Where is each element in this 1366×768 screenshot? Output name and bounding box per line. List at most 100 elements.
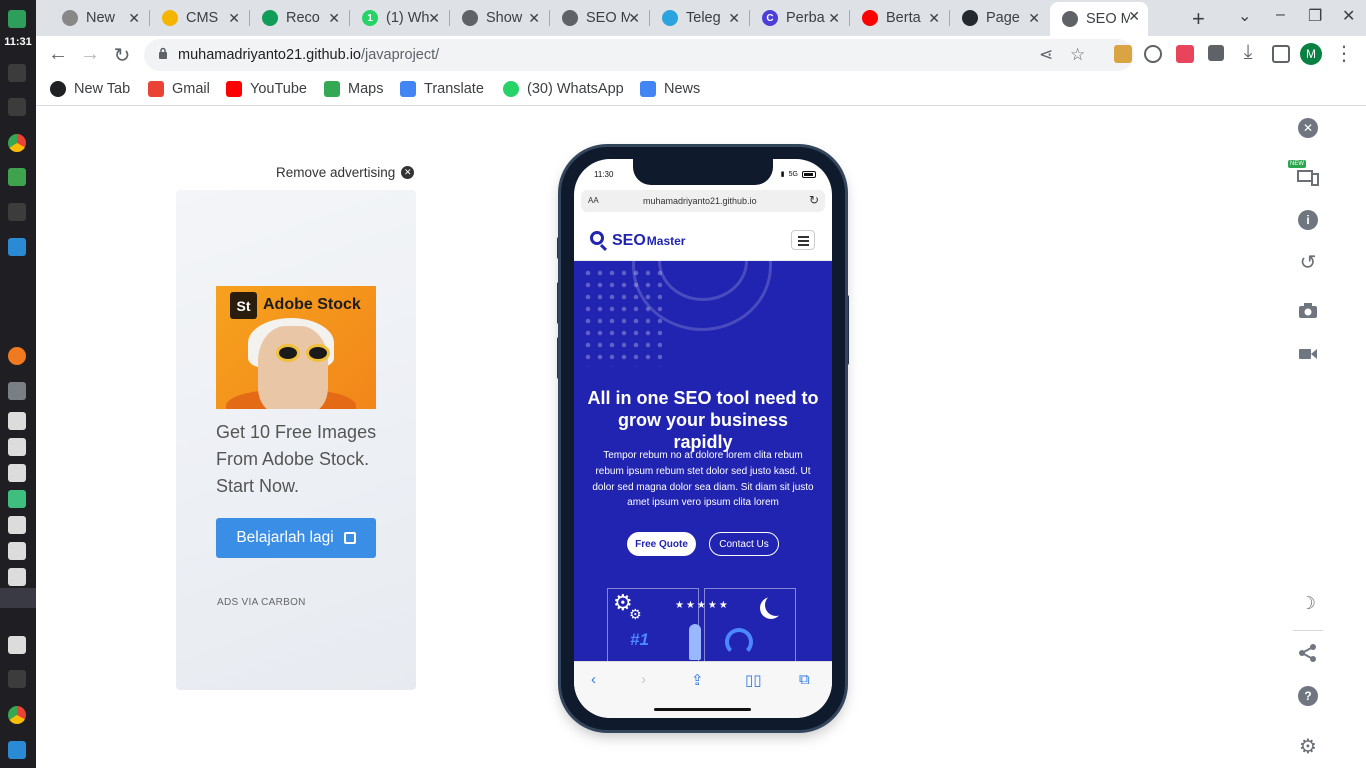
tab-0[interactable]: New ✕ [50, 4, 148, 32]
share-icon[interactable]: ⋖ [1039, 45, 1053, 65]
tab-close-icon[interactable]: ✕ [628, 10, 640, 27]
bookmark-0[interactable]: New Tab [50, 81, 130, 97]
profile-avatar[interactable]: M [1300, 43, 1322, 65]
tab-5[interactable]: SEO M ✕ [550, 4, 648, 32]
safari-bookmarks-icon[interactable]: ▯▯ [745, 671, 762, 689]
settings-gear-icon[interactable]: ⚙ [1297, 735, 1319, 758]
back-button[interactable]: ← [46, 43, 70, 66]
download-icon[interactable]: ⤓ [1236, 41, 1260, 64]
tab-10[interactable]: SEO M ✕ [1050, 2, 1148, 36]
new-tab-button[interactable]: + [1192, 6, 1205, 32]
minimize-icon[interactable]: – [1276, 6, 1285, 24]
address-bar[interactable]: muhamadriyanto21.github.io/javaproject/ … [144, 39, 1134, 71]
video-icon[interactable] [1297, 343, 1319, 365]
rotate-icon[interactable]: ↺ [1297, 251, 1319, 274]
extension-block-icon[interactable] [1144, 45, 1162, 63]
safari-share-icon[interactable]: ⇪ [691, 671, 704, 689]
clip-icon[interactable] [8, 568, 26, 586]
remove-ad-link[interactable]: Remove advertising ✕ [276, 165, 415, 180]
bookmark-5[interactable]: (30) WhatsApp [503, 81, 624, 97]
android-icon[interactable] [8, 168, 26, 186]
menu-kebab-icon[interactable]: ⋮ [1332, 41, 1356, 66]
ads-via-carbon[interactable]: ADS VIA CARBON [217, 597, 306, 608]
forward-button[interactable]: → [78, 43, 102, 66]
bookmark-star-icon[interactable]: ☆ [1070, 45, 1085, 65]
tab-close-icon[interactable]: ✕ [728, 10, 740, 27]
vscode-icon[interactable] [8, 238, 26, 256]
devices-icon[interactable] [1297, 166, 1319, 188]
free-quote-button[interactable]: Free Quote [627, 532, 696, 556]
printer-icon[interactable] [8, 516, 26, 534]
tools-icon[interactable] [8, 438, 26, 456]
bookmark-4[interactable]: Translate [400, 81, 484, 97]
bookmark-icon [640, 81, 656, 97]
wifi-icon[interactable] [8, 542, 26, 560]
disks-icon[interactable] [8, 382, 26, 400]
tab-close-icon[interactable]: ✕ [1028, 10, 1040, 27]
close-panel-icon[interactable]: ✕ [1297, 117, 1319, 139]
chrome-icon[interactable] [8, 134, 26, 152]
tab-7[interactable]: C Perba ✕ [750, 4, 848, 32]
bookmark-2[interactable]: YouTube [226, 81, 307, 97]
terminal2-icon[interactable] [8, 203, 26, 221]
tab-2[interactable]: Reco ✕ [250, 4, 348, 32]
tab-6[interactable]: Teleg ✕ [650, 4, 748, 32]
firefox-icon[interactable] [8, 347, 26, 365]
info-icon[interactable]: i [1297, 209, 1319, 231]
ad-text[interactable]: Get 10 Free Images From Adobe Stock. Sta… [216, 419, 396, 500]
tab-close-icon[interactable]: ✕ [928, 10, 940, 27]
tab-close-icon[interactable]: ✕ [828, 10, 840, 27]
dark-mode-icon[interactable]: ☽ [1297, 592, 1319, 614]
tab-close-icon[interactable]: ✕ [1128, 8, 1140, 25]
close-circle-icon[interactable]: ✕ [401, 166, 415, 179]
package-icon[interactable] [8, 490, 26, 508]
extensions-puzzle-icon[interactable] [1208, 45, 1224, 61]
bluetooth-icon[interactable] [8, 464, 26, 482]
tab-9[interactable]: Page ✕ [950, 4, 1048, 32]
close-window-icon[interactable]: ✕ [1342, 6, 1355, 26]
safari-back-icon[interactable]: ‹ [591, 671, 596, 688]
extension-grid-icon[interactable] [1176, 45, 1194, 63]
phone-reload-icon[interactable]: ↻ [809, 193, 819, 207]
chrome3-icon[interactable] [8, 706, 26, 724]
side-panel-icon[interactable] [1272, 45, 1290, 63]
phone-url-bar[interactable]: AA muhamadriyanto21.github.io ↻ [581, 190, 825, 212]
hamburger-menu-icon[interactable] [791, 230, 815, 250]
ad-image[interactable]: St Adobe Stock [216, 286, 376, 409]
bookmark-3[interactable]: Maps [324, 81, 383, 97]
tab-close-icon[interactable]: ✕ [328, 10, 340, 27]
tab-1[interactable]: CMS ✕ [150, 4, 248, 32]
vscode2-icon[interactable] [8, 741, 26, 759]
tab-8[interactable]: Berta ✕ [850, 4, 948, 32]
bookmark-1[interactable]: Gmail [148, 81, 210, 97]
tab-close-icon[interactable]: ✕ [128, 10, 140, 27]
tab-close-icon[interactable]: ✕ [528, 10, 540, 27]
eject-icon[interactable] [8, 412, 26, 430]
extension-pen-icon[interactable] [1114, 45, 1132, 63]
app-launcher-icon[interactable] [8, 10, 26, 28]
site-logo[interactable]: SEO Master [590, 231, 685, 250]
tab-close-icon[interactable]: ✕ [228, 10, 240, 27]
safari-forward-icon[interactable]: › [641, 671, 646, 688]
terminal-icon[interactable] [8, 64, 26, 82]
page-content: Remove advertising ✕ St Adobe Stock Get … [36, 107, 1366, 768]
files-icon[interactable] [8, 98, 26, 116]
camera-icon[interactable] [1297, 300, 1319, 322]
tab-3[interactable]: 1 (1) Wh ✕ [350, 4, 448, 32]
help-icon[interactable]: ? [1297, 685, 1319, 707]
tab-close-icon[interactable]: ✕ [428, 10, 440, 27]
share-nodes-icon[interactable] [1297, 642, 1319, 664]
tab-4[interactable]: Show ✕ [450, 4, 548, 32]
text-size-button[interactable]: AA [588, 196, 599, 205]
reload-button[interactable]: ↻ [110, 43, 134, 68]
contact-us-button[interactable]: Contact Us [709, 532, 779, 556]
dock-active-highlight [0, 588, 36, 608]
maximize-icon[interactable]: ❐ [1308, 6, 1322, 26]
ad-cta-button[interactable]: Belajarlah lagi [216, 518, 376, 558]
x-app-icon[interactable] [8, 636, 26, 654]
tab-search-icon[interactable]: ⌄ [1238, 6, 1251, 26]
bookmark-6[interactable]: News [640, 81, 700, 97]
tab-title: Reco [286, 10, 320, 26]
console-icon[interactable] [8, 670, 26, 688]
safari-tabs-icon[interactable]: ⧉ [799, 671, 810, 688]
